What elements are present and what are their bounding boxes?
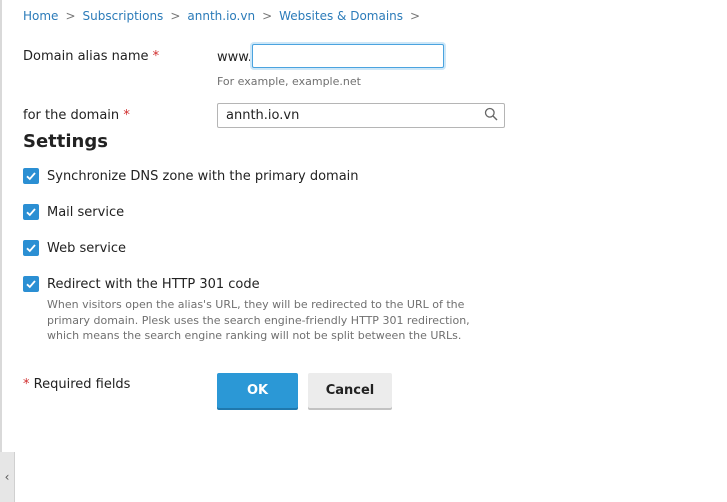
alias-name-input[interactable] bbox=[252, 44, 444, 68]
mail-service-checkbox[interactable] bbox=[23, 204, 39, 220]
web-service-label[interactable]: Web service bbox=[47, 241, 126, 256]
breadcrumb-separator-icon: > bbox=[410, 9, 421, 23]
sync-dns-option: Synchronize DNS zone with the primary do… bbox=[23, 168, 359, 184]
required-fields-note: * Required fields bbox=[23, 377, 130, 392]
domain-select[interactable]: annth.io.vn bbox=[217, 103, 505, 128]
mail-service-option: Mail service bbox=[23, 204, 124, 220]
ok-button[interactable]: OK bbox=[217, 373, 298, 408]
collapse-panel-button[interactable]: ‹ bbox=[0, 452, 15, 502]
chevron-left-icon: ‹ bbox=[4, 470, 10, 484]
required-mark: * bbox=[23, 377, 30, 392]
sync-dns-checkbox[interactable] bbox=[23, 168, 39, 184]
redirect-301-option: Redirect with the HTTP 301 code bbox=[23, 276, 260, 292]
alias-name-label-text: Domain alias name bbox=[23, 49, 149, 64]
checkmark-icon bbox=[26, 208, 36, 217]
alias-name-label: Domain alias name * bbox=[23, 49, 159, 64]
web-service-checkbox[interactable] bbox=[23, 240, 39, 256]
www-prefix: www. bbox=[217, 50, 252, 65]
settings-heading: Settings bbox=[23, 131, 108, 152]
for-domain-label-text: for the domain bbox=[23, 108, 120, 123]
required-mark: * bbox=[152, 49, 160, 64]
required-mark: * bbox=[123, 108, 130, 123]
checkmark-icon bbox=[26, 280, 36, 289]
breadcrumb-separator-icon: > bbox=[262, 9, 273, 23]
redirect-301-checkbox[interactable] bbox=[23, 276, 39, 292]
web-service-option: Web service bbox=[23, 240, 126, 256]
left-panel-edge bbox=[0, 0, 2, 502]
cancel-button[interactable]: Cancel bbox=[308, 373, 392, 408]
breadcrumb-home-link[interactable]: Home bbox=[23, 9, 58, 23]
breadcrumb-websites-domains-link[interactable]: Websites & Domains bbox=[279, 9, 403, 23]
for-domain-label: for the domain * bbox=[23, 108, 130, 123]
breadcrumb-separator-icon: > bbox=[170, 9, 181, 23]
domain-select-value: annth.io.vn bbox=[226, 108, 300, 123]
breadcrumb-separator-icon: > bbox=[65, 9, 76, 23]
redirect-301-description: When visitors open the alias's URL, they… bbox=[47, 298, 470, 342]
checkmark-icon bbox=[26, 172, 36, 181]
mail-service-label[interactable]: Mail service bbox=[47, 205, 124, 220]
sync-dns-label[interactable]: Synchronize DNS zone with the primary do… bbox=[47, 169, 359, 184]
breadcrumb-subscriptions-link[interactable]: Subscriptions bbox=[83, 9, 164, 23]
magnifier-icon[interactable] bbox=[484, 106, 498, 125]
breadcrumb: Home > Subscriptions > annth.io.vn > Web… bbox=[23, 9, 427, 23]
required-fields-text: Required fields bbox=[33, 377, 131, 392]
alias-hint: For example, example.net bbox=[217, 75, 361, 88]
breadcrumb-subscription-link[interactable]: annth.io.vn bbox=[187, 9, 255, 23]
redirect-301-label[interactable]: Redirect with the HTTP 301 code bbox=[47, 277, 260, 292]
checkmark-icon bbox=[26, 244, 36, 253]
